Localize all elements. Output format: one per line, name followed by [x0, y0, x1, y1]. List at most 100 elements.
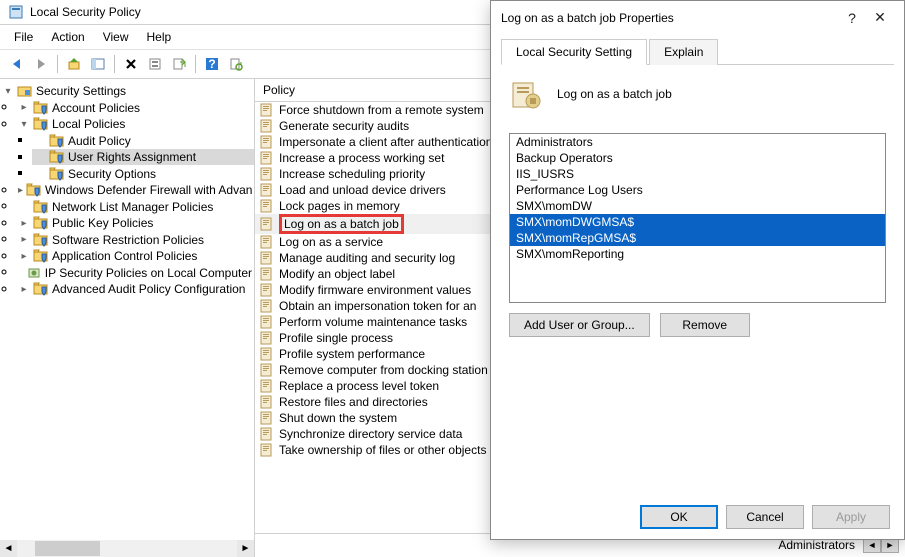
properties-button[interactable] — [144, 53, 166, 75]
policy-item-label: Increase a process working set — [279, 151, 444, 165]
user-list-item[interactable]: SMX\momDWGMSA$ — [510, 214, 885, 230]
refresh-button[interactable] — [225, 53, 247, 75]
tree-item[interactable]: Audit Policy — [32, 133, 254, 149]
policy-icon — [259, 217, 275, 231]
folder-icon — [33, 117, 49, 131]
menu-help[interactable]: Help — [139, 27, 180, 47]
policy-icon — [259, 183, 275, 197]
tree-item-label: User Rights Assignment — [68, 150, 196, 164]
expand-icon[interactable]: ▸ — [18, 251, 30, 262]
tree-item[interactable]: ▸Application Control Policies — [16, 248, 254, 264]
tree-item[interactable]: Security Options — [32, 166, 254, 182]
scroll-left-icon[interactable]: ◄ — [0, 540, 17, 557]
apply-button[interactable]: Apply — [812, 505, 890, 529]
expand-icon[interactable]: ▸ — [18, 234, 30, 245]
folder-icon — [33, 101, 49, 115]
highlighted-policy: Log on as a batch job — [279, 214, 404, 234]
expand-icon[interactable]: ▸ — [18, 102, 30, 113]
expand-icon[interactable]: ▸ — [18, 218, 30, 229]
dialog-header-label: Log on as a batch job — [557, 87, 672, 101]
policy-item-label: Impersonate a client after authenticatio… — [279, 135, 492, 149]
dialog-close-button[interactable]: ✕ — [866, 9, 894, 26]
policy-item-label: Shut down the system — [279, 411, 397, 425]
expand-icon[interactable]: ▸ — [18, 185, 23, 196]
dialog-titlebar[interactable]: Log on as a batch job Properties ? ✕ — [491, 1, 904, 34]
tab-explain[interactable]: Explain — [649, 39, 718, 65]
menu-file[interactable]: File — [6, 27, 41, 47]
scrollbar-thumb[interactable] — [35, 541, 100, 556]
policy-item-label: Take ownership of files or other objects — [279, 443, 486, 457]
policy-item-label: Restore files and directories — [279, 395, 428, 409]
help-button[interactable]: ? — [201, 53, 223, 75]
tree-item[interactable]: ▸Windows Defender Firewall with Advan — [16, 182, 254, 198]
tree-item[interactable]: ▸ Software Restriction Policies — [16, 232, 254, 248]
scroll-right-icon[interactable]: ► — [237, 540, 254, 557]
user-list-item[interactable]: IIS_IUSRS — [510, 166, 885, 182]
expand-icon[interactable]: ▸ — [18, 284, 30, 295]
user-list-item[interactable]: SMX\momReporting — [510, 246, 885, 262]
svg-text:?: ? — [208, 57, 215, 71]
user-list-item[interactable]: Backup Operators — [510, 150, 885, 166]
app-icon — [8, 4, 24, 20]
expand-icon[interactable]: ▾ — [18, 119, 30, 130]
tree-item-label: Advanced Audit Policy Configuration — [52, 282, 245, 296]
collapse-icon[interactable]: ▾ — [2, 86, 14, 97]
ok-button[interactable]: OK — [640, 505, 718, 529]
expand-icon[interactable] — [18, 201, 30, 212]
menu-view[interactable]: View — [95, 27, 137, 47]
policy-icon — [259, 251, 275, 265]
tab-local-security-setting[interactable]: Local Security Setting — [501, 39, 647, 65]
folder-icon — [33, 249, 49, 263]
user-list-item[interactable]: SMX\momRepGMSA$ — [510, 230, 885, 246]
policy-item-label: Manage auditing and security log — [279, 251, 455, 265]
policy-icon — [259, 411, 275, 425]
policy-item-label: Log on as a batch job — [284, 217, 399, 231]
up-button[interactable] — [63, 53, 85, 75]
forward-button[interactable] — [30, 53, 52, 75]
menu-action[interactable]: Action — [43, 27, 92, 47]
cancel-button[interactable]: Cancel — [726, 505, 804, 529]
folder-icon — [33, 282, 49, 296]
delete-button[interactable] — [120, 53, 142, 75]
policy-icon — [259, 283, 275, 297]
tree-item-label: Software Restriction Policies — [52, 233, 204, 247]
tree-item[interactable]: ▸Account Policies — [16, 100, 254, 116]
properties-dialog: Log on as a batch job Properties ? ✕ Loc… — [490, 0, 905, 540]
tree-item[interactable]: ▸ Public Key Policies — [16, 215, 254, 231]
policy-icon — [259, 331, 275, 345]
policy-icon — [259, 363, 275, 377]
user-list-item[interactable]: Performance Log Users — [510, 182, 885, 198]
folder-icon — [49, 167, 65, 181]
tree-pane[interactable]: ▾Security Settings▸Account Policies▾Loca… — [0, 79, 255, 557]
tree-item-label: Audit Policy — [68, 134, 131, 148]
tree-item[interactable]: User Rights Assignment — [32, 149, 254, 165]
expand-icon[interactable] — [18, 267, 23, 278]
user-list-item[interactable]: SMX\momDW — [510, 198, 885, 214]
tree-item[interactable]: ▾ Local Policies — [16, 116, 254, 132]
folder-icon — [49, 134, 65, 148]
window-title: Local Security Policy — [30, 5, 141, 19]
policy-item-label: Perform volume maintenance tasks — [279, 315, 467, 329]
dialog-help-button[interactable]: ? — [838, 10, 866, 26]
tree-item[interactable]: Network List Manager Policies — [16, 199, 254, 215]
add-user-button[interactable]: Add User or Group... — [509, 313, 650, 337]
policy-icon — [259, 395, 275, 409]
show-hide-tree-button[interactable] — [87, 53, 109, 75]
policy-item-label: Load and unload device drivers — [279, 183, 446, 197]
tree-root[interactable]: ▾Security Settings — [0, 83, 254, 99]
tree-item-label: Local Policies — [52, 117, 125, 131]
back-button[interactable] — [6, 53, 28, 75]
tree-item-label: Public Key Policies — [52, 216, 153, 230]
policy-icon — [259, 427, 275, 441]
user-list-item[interactable]: Administrators — [510, 134, 885, 150]
status-text: Administrators — [778, 538, 855, 552]
tree-item[interactable]: ▸ Advanced Audit Policy Configuration — [16, 281, 254, 297]
policy-item-label: Increase scheduling priority — [279, 167, 425, 181]
tree-item[interactable]: IP Security Policies on Local Computer — [16, 265, 254, 281]
tree-horizontal-scrollbar[interactable]: ◄ ► — [0, 540, 254, 557]
folder-icon — [26, 266, 42, 280]
user-listbox[interactable]: AdministratorsBackup OperatorsIIS_IUSRSP… — [509, 133, 886, 303]
export-button[interactable] — [168, 53, 190, 75]
policy-icon — [259, 379, 275, 393]
remove-button[interactable]: Remove — [660, 313, 750, 337]
